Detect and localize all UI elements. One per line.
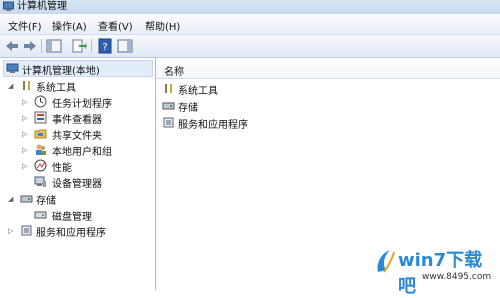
tree-item-label: 任务计划程序 (52, 99, 112, 110)
tree-item-event-viewer[interactable]: ▷ 事件查看器 (22, 110, 150, 126)
computer-management-icon (6, 63, 19, 73)
clock-icon (34, 95, 47, 108)
expand-arrow-icon[interactable]: ▷ (22, 146, 30, 154)
tree-item-disk-management[interactable]: 磁盘管理 (22, 207, 150, 223)
window-title: 计算机管理 (17, 1, 67, 12)
tools-icon (23, 81, 30, 90)
tree-item-label: 存储 (36, 196, 56, 207)
back-icon[interactable] (4, 38, 20, 54)
computer-management-icon (3, 1, 14, 11)
shared-folder-icon (34, 129, 47, 139)
expand-arrow-icon[interactable]: ▷ (22, 130, 30, 138)
expand-arrow-icon[interactable]: ▷ (22, 162, 30, 170)
services-icon (163, 117, 174, 128)
collapse-arrow-icon[interactable]: ◢ (8, 195, 16, 203)
menu-help[interactable]: 帮助(H) (145, 18, 180, 33)
toolbar-separator (41, 39, 42, 53)
toolbar: ? (0, 35, 500, 58)
forward-icon[interactable] (22, 38, 38, 54)
tree-item-label: 事件查看器 (52, 115, 102, 126)
tree-item-label: 系统工具 (36, 83, 76, 94)
watermark: win7下载吧 www.8495.com (374, 242, 498, 297)
tree-item-label: 计算机管理(本地) (22, 66, 100, 77)
tree-item-label: 共享文件夹 (52, 131, 102, 142)
tree-item-services-applications[interactable]: ▷ 服务和应用程序 (8, 223, 148, 239)
expand-arrow-icon[interactable]: ▷ (22, 114, 30, 122)
services-icon (21, 225, 32, 236)
tree-item-system-tools[interactable]: ◢ 系统工具 (8, 78, 148, 94)
svg-text:?: ? (102, 42, 107, 53)
tree-item-device-manager[interactable]: 设备管理器 (22, 174, 150, 190)
menu-file[interactable]: 文件(F) (8, 18, 42, 33)
list-item-label: 系统工具 (178, 86, 218, 97)
expand-arrow-icon[interactable]: ▷ (22, 98, 30, 106)
tree-item-label: 服务和应用程序 (36, 228, 106, 239)
collapse-arrow-icon[interactable]: ◢ (8, 82, 16, 90)
watermark-url: www.8495.com (422, 272, 492, 282)
tools-icon (165, 84, 172, 93)
tree-item-performance[interactable]: ▷ 性能 (22, 158, 150, 174)
menu-view[interactable]: 查看(V) (98, 18, 133, 33)
show-tree-icon[interactable] (46, 38, 62, 54)
action-pane-icon[interactable] (117, 38, 133, 54)
title-bar: 计算机管理 (0, 0, 500, 14)
storage-icon (20, 195, 33, 203)
menu-bar: 文件(F) 操作(A) 查看(V) 帮助(H) (0, 14, 500, 35)
tree-item-label: 性能 (52, 163, 72, 174)
watermark-logo-icon (377, 250, 395, 273)
menu-action[interactable]: 操作(A) (52, 18, 87, 33)
list-item-label: 服务和应用程序 (178, 120, 248, 131)
tree-item-label: 磁盘管理 (52, 212, 92, 223)
tree-item-task-scheduler[interactable]: ▷ 任务计划程序 (22, 94, 150, 110)
toolbar-separator (91, 39, 92, 53)
export-list-icon[interactable] (71, 38, 87, 54)
tree-item-storage[interactable]: ◢ 存储 (8, 191, 148, 207)
column-header-label: 名称 (164, 67, 184, 78)
performance-icon (34, 159, 47, 172)
storage-icon (162, 102, 175, 110)
list-item-label: 存储 (178, 103, 198, 114)
tree-item-local-users-groups[interactable]: ▷ 本地用户和组 (22, 142, 150, 158)
column-header-name[interactable]: 名称 (156, 61, 500, 79)
tree-item-computer-management[interactable]: 计算机管理(本地) (3, 60, 153, 77)
tree-item-label: 本地用户和组 (52, 147, 112, 158)
navigation-tree: 计算机管理(本地) ◢ 系统工具 ▷ 任务计划程序 ▷ 事件查看器 ▷ 共享文件… (0, 58, 156, 290)
users-icon (36, 144, 46, 155)
expand-arrow-icon[interactable]: ▷ (8, 227, 16, 235)
tree-item-shared-folders[interactable]: ▷ 共享文件夹 (22, 126, 150, 142)
device-manager-icon (34, 176, 46, 187)
help-icon[interactable]: ? (97, 38, 113, 54)
event-viewer-icon (34, 111, 47, 124)
tree-item-label: 设备管理器 (52, 179, 102, 190)
disk-management-icon (34, 211, 47, 219)
